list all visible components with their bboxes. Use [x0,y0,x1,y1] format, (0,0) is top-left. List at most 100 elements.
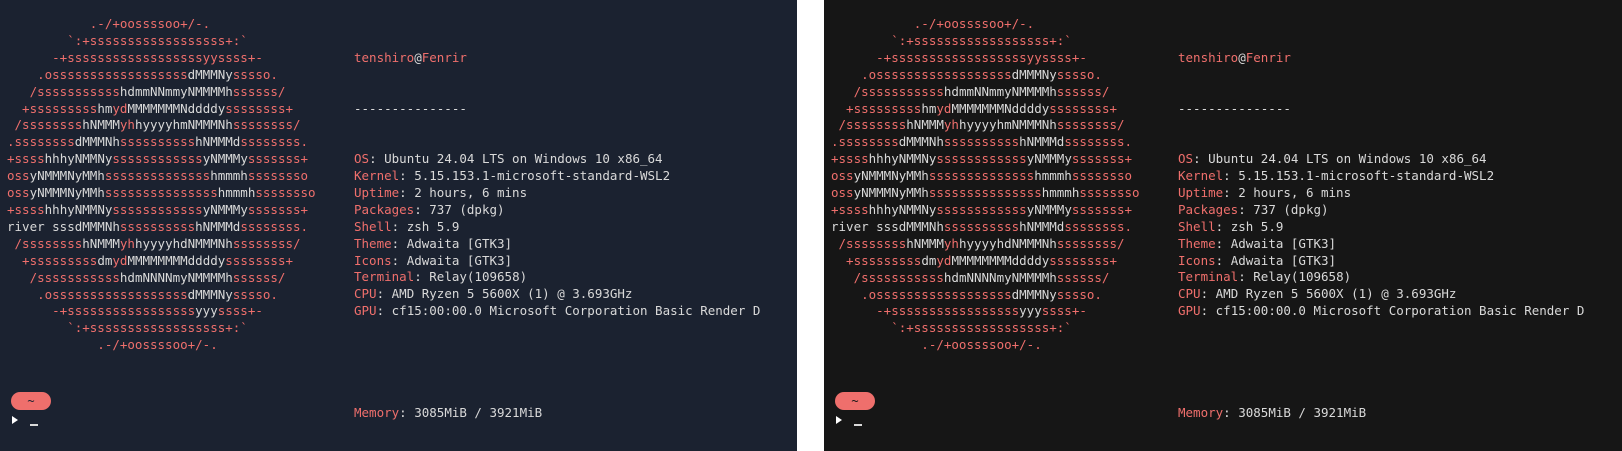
colon: : [399,404,415,420]
ascii-segment: dm [921,252,937,268]
ascii-segment: ssssssssss [943,218,1020,234]
ascii-line: river sssdMMMNhsssssssssshNMMMdssssssss. [7,219,316,236]
ascii-segment: ssssssssss [943,134,1020,150]
info-key: OS [354,151,370,167]
screenshot: .-/+oossssoo+/-. `:+ssssssssssssssssss+:… [0,0,1622,451]
ascii-segment: ssssssssssss [112,201,203,217]
ascii-segment: hNMMM [906,117,944,133]
info-rows: OS: Ubuntu 24.04 LTS on Windows 10 x86_6… [354,151,760,320]
colon: : [1193,151,1209,167]
info-value: 3085MiB / 3921MiB [1238,404,1367,420]
ascii-segment: ssssssso [1071,168,1133,184]
colon: : [1238,201,1254,217]
ascii-line: .-/+oossssoo+/-. [831,16,1140,33]
ascii-segment: sssso. [1056,66,1102,82]
ascii-segment: /ssssssss [7,235,83,251]
ascii-segment: yNMMMy [1026,151,1072,167]
ascii-segment: ssssss/ [232,269,286,285]
colon: : [414,269,430,285]
ascii-segment: /ssssssss [831,235,907,251]
ascii-segment: ssssssss. [1064,218,1133,234]
ascii-line: /ssssssssssshdmNNNNmyNMMMMhssssss/ [7,270,316,287]
ascii-line: ossyNMMMNyMMhsssssssssssssshmmmhssssssso [7,168,316,185]
hostname: Fenrir [421,49,467,65]
ascii-line: +sssssssssdmydMMMMMMMMddddyssssssss+ [7,253,316,270]
ascii-line: .ossssssssssssssssssdMMMNysssso. [831,287,1140,304]
info-value: zsh 5.9 [1230,218,1284,234]
info-row: Icons: Adwaita [GTK3] [354,253,760,270]
terminal-right[interactable]: .-/+oossssoo+/-. `:+ssssssssssssssssss+:… [824,0,1622,451]
ascii-segment: hNMMMd [1019,134,1065,150]
info-row: Shell: zsh 5.9 [354,219,760,236]
info-key: Packages [1178,201,1239,217]
ascii-segment: sssso. [232,66,278,82]
ascii-line: /ssssssssssshdmmNNmmyNMMMMhssssss/ [7,84,316,101]
ascii-segment: ssssssso [247,168,309,184]
blank-row [354,354,760,371]
ascii-segment: yh [119,117,135,133]
ascii-segment: .-/+oossssoo+/-. [831,16,1035,31]
ascii-segment: yNMMMNyMMh [29,168,105,184]
terminal-left[interactable]: .-/+oossssoo+/-. `:+ssssssssssssssssss+:… [0,0,797,451]
ascii-segment: -+ssssssssssssssssssyyssss+- [7,49,263,65]
ascii-segment: oss [7,185,30,201]
ascii-segment: +ssss [7,201,45,217]
prompt-line[interactable] [12,411,38,427]
user-host: tenshiro@Fenrir [1178,50,1584,67]
colon: : [1200,286,1216,302]
ascii-segment: ssssssss/ [1056,117,1125,133]
ascii-segment: hhhyNMMNy [44,151,113,167]
colon: : [399,185,415,200]
ascii-line: .-/+oossssoo+/-. [7,337,316,354]
ascii-segment: sssssssssssssss [104,185,218,201]
info-value: 5.15.153.1-microsoft-standard-WSL2 [414,168,671,184]
cwd-badge: ~ [11,392,51,410]
info-key: Shell [354,218,392,234]
ascii-segment: /sssssssssss [7,269,120,285]
ascii-segment: ssssssss/ [232,235,301,251]
ascii-segment: oss [831,168,854,184]
ascii-segment: yNMMMNyMMh [853,168,929,184]
colon: : [1215,218,1231,234]
ascii-segment: `:+ssssssssssssssssss+:` [831,32,1072,48]
info-key: GPU [1178,303,1201,319]
ascii-segment: yNMMMy [1026,201,1072,217]
ascii-segment: ssssssss/ [232,117,301,133]
ascii-segment: ssssssss. [240,134,309,150]
ascii-segment: .-/+oossssoo+/-. [7,16,211,31]
ascii-line: -+sssssssssssssssssyyyssss+- [831,303,1140,320]
username: tenshiro [354,49,415,65]
ascii-line: +ssssssssshmydMMMMMMMNddddyssssssss+ [831,101,1140,118]
ascii-segment: dMMMNh [898,218,944,234]
ascii-segment: `:+ssssssssssssssssss+:` [831,320,1072,336]
ascii-line: ossyNMMMNyMMhssssssssssssssshmmmhsssssss… [831,185,1140,202]
ascii-segment: hyyyyhmNMMMNh [958,117,1057,133]
ascii-segment: ssss+- [217,303,263,319]
ascii-segment: hhhyNMMNy [868,201,937,217]
ascii-segment: +sssssssss [7,252,98,268]
ascii-segment: hmmmh [210,168,248,184]
ascii-line: ossyNMMMNyMMhssssssssssssssshmmmhsssssss… [7,185,316,202]
ascii-segment: `:+ssssssssssssssssss+:` [7,320,248,336]
ascii-segment: hdmNNNNmyNMMMMh [119,269,233,285]
info-value: Adwaita [GTK3] [1230,235,1337,251]
ascii-line: .ossssssssssssssssssdMMMNysssso. [831,67,1140,84]
ascii-segment: yd [112,100,128,116]
ascii-line: +sssshhhyNMMNyssssssssssssyNMMMysssssss+ [7,151,316,168]
ascii-segment: +ssss [7,151,45,167]
ascii-line: /sssssssshNMMMyhhyyyyhdNMMMNhssssssss/ [7,236,316,253]
prompt-line[interactable] [836,411,862,427]
info-row: Shell: zsh 5.9 [1178,219,1584,236]
info-value: Ubuntu 24.04 LTS on Windows 10 x86_64 [1208,151,1487,167]
info-value: cf15:00:00.0 Microsoft Corporation Basic… [1215,303,1585,319]
info-row: Uptime: 2 hours, 6 mins [1178,185,1584,202]
info-value: Relay(109658) [429,269,528,285]
info-value: 737 (dpkg) [1253,201,1329,217]
ascii-segment: hmmmh [1034,168,1072,184]
info-value: Ubuntu 24.04 LTS on Windows 10 x86_64 [384,151,663,167]
info-key: Theme [354,235,392,251]
memory-row: Memory: 3085MiB / 3921MiB [354,405,760,422]
info-key: Kernel [354,168,400,184]
info-row: Terminal: Relay(109658) [1178,269,1584,286]
ascii-line: river sssdMMMNhsssssssssshNMMMdssssssss. [831,219,1140,236]
